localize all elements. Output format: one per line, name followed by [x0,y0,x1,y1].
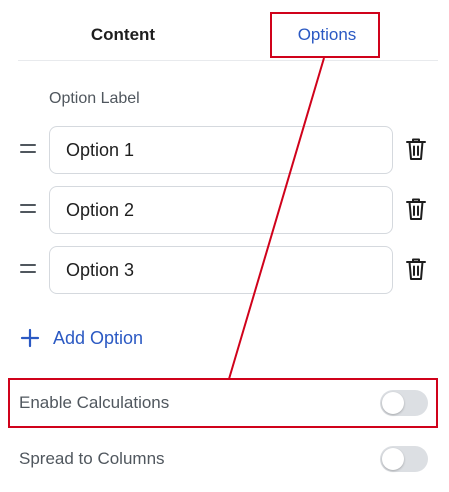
drag-handle-icon[interactable] [20,144,36,156]
option-input[interactable]: Option 3 [49,246,393,294]
drag-handle-icon[interactable] [20,264,36,276]
option-row: Option 1 [18,126,438,176]
setting-spread-to-columns: Spread to Columns [19,439,433,479]
option-input[interactable]: Option 2 [49,186,393,234]
options-tab-highlight-box [270,12,380,58]
option-label-heading: Option Label [49,90,140,107]
spread-to-columns-toggle[interactable] [380,446,428,472]
add-option-button[interactable]: Add Option [20,324,143,352]
trash-icon[interactable] [404,196,428,222]
toggle-knob [382,448,404,470]
tab-content[interactable]: Content [60,10,186,60]
enable-calculations-highlight-box [8,378,438,428]
option-input[interactable]: Option 1 [49,126,393,174]
spread-to-columns-label: Spread to Columns [19,449,165,468]
add-option-label: Add Option [53,327,144,348]
trash-icon[interactable] [404,256,428,282]
option-row: Option 2 [18,186,438,236]
plus-icon [20,328,40,348]
drag-handle-icon[interactable] [20,204,36,216]
trash-icon[interactable] [404,136,428,162]
option-row: Option 3 [18,246,438,296]
